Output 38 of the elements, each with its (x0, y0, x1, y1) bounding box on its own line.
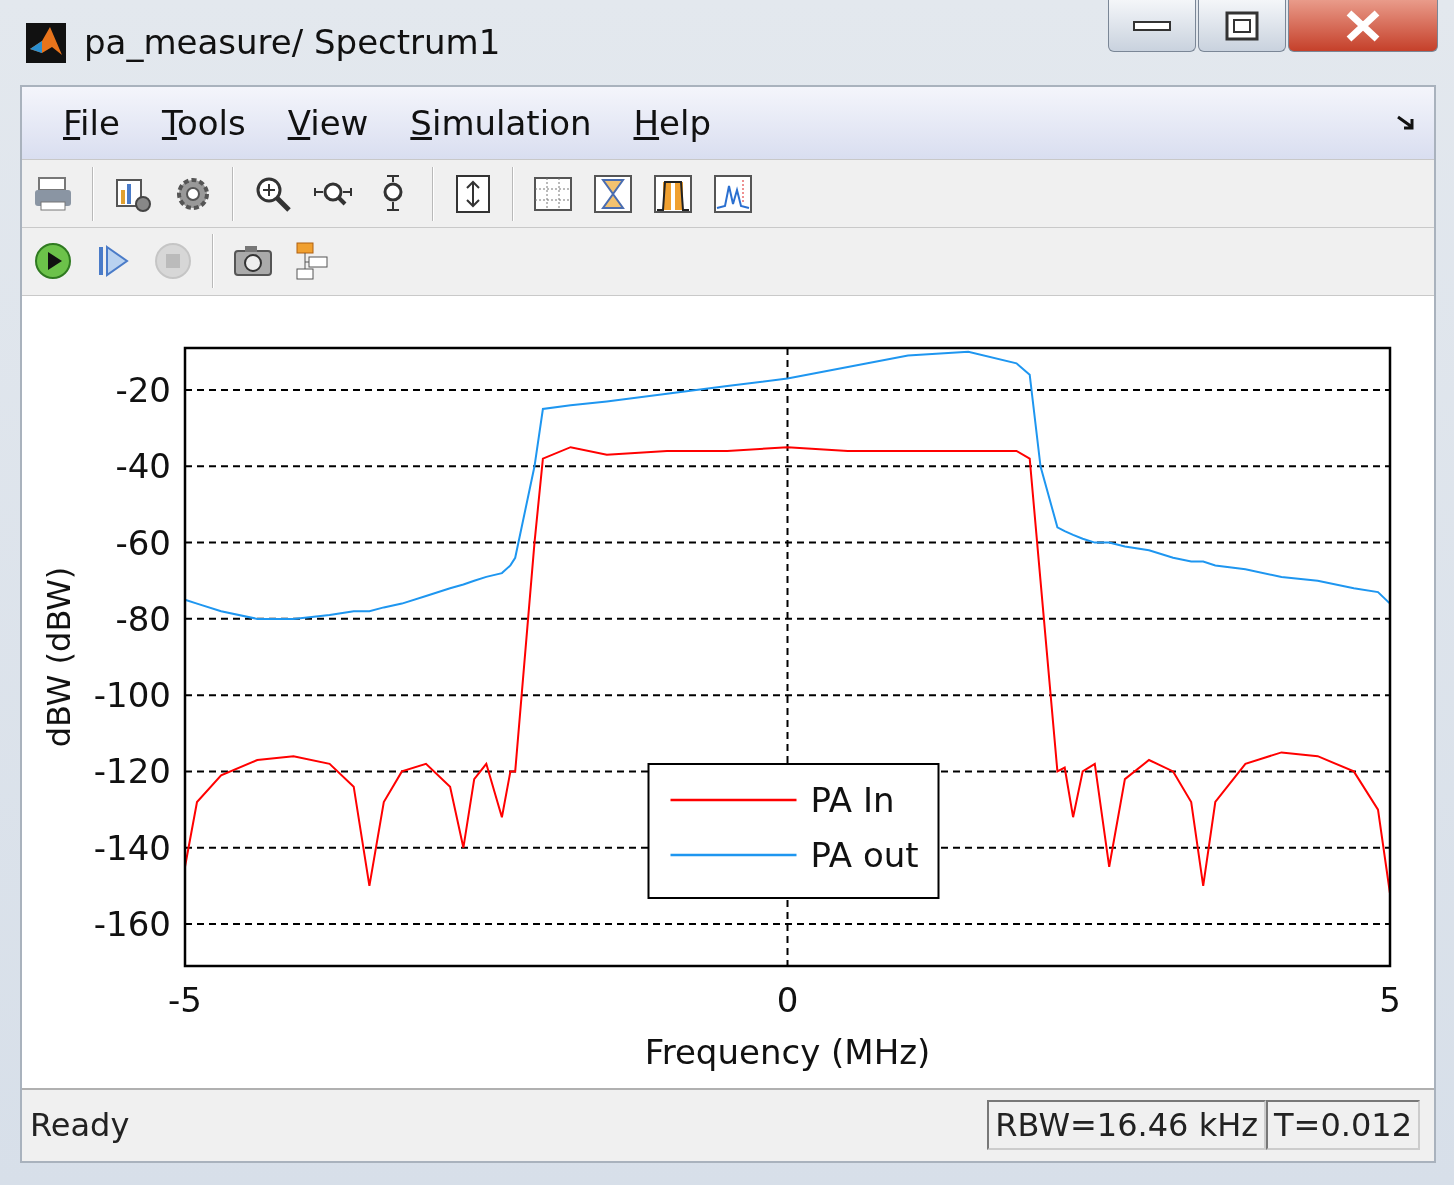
stop-icon (153, 241, 193, 282)
minimize-button[interactable] (1108, 0, 1196, 52)
status-field: T=0.012 (1266, 1100, 1420, 1151)
x-axis-label: Frequency (MHz) (644, 1031, 931, 1072)
spectrum-icon (713, 173, 753, 214)
close-button[interactable] (1288, 0, 1438, 52)
window-title: pa_measure/ Spectrum1 (84, 21, 502, 64)
minimize-icon (1133, 20, 1171, 31)
menu-item[interactable]: Tools (140, 97, 267, 149)
run-icon (33, 241, 73, 282)
legend-label: PA out (810, 834, 919, 875)
y-tick-label: -160 (93, 903, 171, 944)
close-icon (1345, 9, 1381, 42)
y-tick-label: -140 (93, 827, 171, 868)
x-tick-label: 5 (1379, 979, 1401, 1020)
menu-item[interactable]: Simulation (389, 97, 613, 149)
legend-label: PA In (810, 779, 895, 820)
y-tick-label: -80 (115, 598, 171, 639)
maximize-icon (1225, 10, 1259, 41)
x-tick-label: 0 (776, 979, 799, 1020)
y-axis-label: dBW (dBW) (40, 566, 78, 747)
status-text: Ready (30, 1105, 130, 1147)
status-field: RBW=16.46 kHz (987, 1100, 1267, 1151)
grip-icon (1396, 115, 1416, 132)
peak-icon (653, 173, 693, 214)
y-tick-label: -20 (115, 369, 171, 410)
menu-item[interactable]: Help (612, 97, 732, 149)
y-tick-label: -40 (115, 445, 171, 486)
autoscale-icon (453, 173, 493, 214)
maximize-button[interactable] (1198, 0, 1286, 52)
bracket-icon (593, 173, 633, 214)
x-tick-label: -5 (168, 979, 202, 1020)
app-logo-icon (26, 22, 66, 63)
y-tick-label: -60 (115, 522, 171, 563)
menu-item[interactable]: View (266, 97, 390, 149)
menu-item[interactable]: File (42, 97, 141, 149)
y-tick-label: -100 (93, 674, 171, 715)
y-tick-label: -120 (93, 751, 171, 791)
